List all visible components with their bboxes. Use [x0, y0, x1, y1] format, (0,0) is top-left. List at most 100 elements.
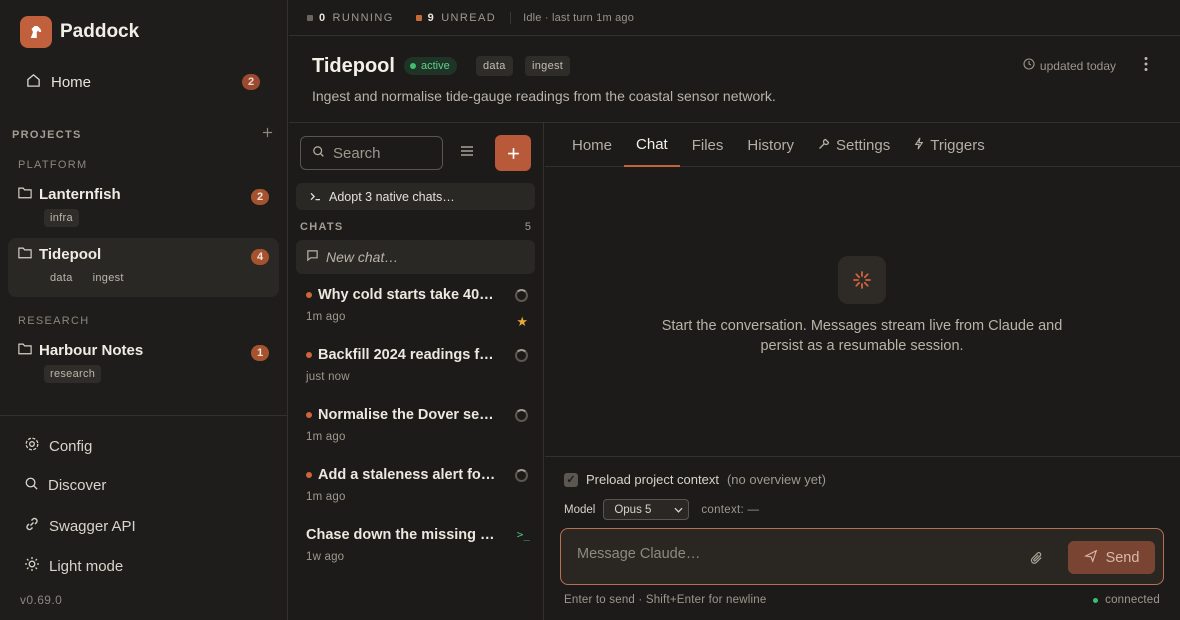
group-label-research: RESEARCH [18, 315, 90, 327]
chat-list-item[interactable]: Normalise the Dover se… 1m ago [306, 407, 528, 443]
count-badge: 2 [251, 189, 269, 205]
running-label: RUNNING [332, 11, 394, 24]
status-badge: active [404, 57, 457, 75]
model-label: Model [564, 503, 596, 516]
project-tag: ingest [525, 56, 571, 76]
search-placeholder: Search [333, 144, 381, 162]
chat-time: 1m ago [306, 431, 346, 443]
theme-toggle[interactable]: Light mode [24, 556, 123, 576]
preload-checkbox[interactable]: ✓ [564, 472, 578, 487]
tab-settings[interactable]: Settings [806, 123, 902, 167]
more-options-icon[interactable] [1144, 56, 1148, 77]
wrench-icon [818, 137, 830, 154]
search-input[interactable]: Search [300, 136, 443, 170]
project-header: Tidepool active data ingest Ingest and n… [289, 37, 1180, 123]
chat-list-item[interactable]: Backfill 2024 readings f… just now [306, 347, 528, 383]
preload-context-option[interactable]: ✓ Preload project context (no overview y… [564, 472, 826, 487]
tab-home[interactable]: Home [560, 123, 624, 167]
group-label-platform: PLATFORM [18, 159, 88, 171]
project-tag: research [44, 365, 102, 383]
sun-icon [24, 556, 40, 576]
sidebar-item-label: Light mode [49, 557, 124, 575]
session-status: Idle · last turn 1m ago [510, 11, 634, 24]
add-project-button[interactable] [262, 126, 273, 142]
message-input[interactable]: Message Claude… Send [560, 528, 1164, 585]
folder-icon [18, 342, 32, 359]
running-count: 0 [319, 11, 327, 24]
chat-bubble-icon [306, 249, 319, 265]
sidebar-item-config[interactable]: Config [24, 436, 92, 456]
send-icon [1083, 549, 1098, 567]
gear-icon [24, 436, 40, 456]
loading-spinner-icon [515, 349, 528, 362]
horse-icon [20, 16, 52, 48]
count-badge: 1 [251, 345, 269, 361]
running-indicator: 0 RUNNING [307, 12, 394, 24]
adopt-label: Adopt 3 native chats… [329, 189, 455, 204]
status-square-icon [415, 14, 422, 21]
adopt-chats-button[interactable]: Adopt 3 native chats… [296, 183, 535, 210]
paperclip-icon[interactable] [1029, 550, 1044, 569]
status-square-icon [307, 14, 313, 21]
status-label: active [421, 60, 450, 72]
unread-count: 9 [427, 11, 436, 24]
sidebar-item-label: Discover [48, 477, 107, 494]
project-tag: data [50, 272, 73, 284]
brand[interactable]: Paddock [20, 16, 139, 48]
project-item-tidepool[interactable]: Tidepool 4 data ingest [8, 238, 279, 297]
unread-dot-icon [306, 352, 312, 358]
status-dot-icon [410, 63, 416, 69]
connection-status: connected [1093, 594, 1160, 606]
tab-history[interactable]: History [735, 123, 806, 167]
tab-label: Chat [636, 135, 668, 153]
new-chat-button[interactable] [495, 135, 531, 171]
sidebar-item-label: Home [51, 73, 92, 91]
star-icon[interactable]: ★ [516, 314, 528, 330]
chat-list-item[interactable]: Chase down the missing … 1w ago >_ [306, 527, 530, 563]
sidebar-item-discover[interactable]: Discover [24, 476, 106, 495]
sidebar-item-label: Config [49, 437, 93, 455]
sidebar: Paddock Home 2 PROJECTS PLATFORM Lantern… [0, 0, 288, 620]
project-name: Lanternfish [39, 186, 121, 203]
projects-heading: PROJECTS [12, 129, 82, 141]
status-dot-icon [1093, 597, 1099, 603]
model-value: Opus 5 [614, 503, 652, 516]
sidebar-item-home[interactable]: Home 2 [12, 66, 276, 98]
unread-dot-icon [306, 472, 312, 478]
chevron-down-icon [674, 504, 683, 516]
status-bar: 0 RUNNING 9 UNREAD Idle · last turn 1m a… [289, 0, 1180, 36]
sidebar-item-swagger-api[interactable]: Swagger API [24, 516, 136, 536]
sidebar-item-label: Swagger API [49, 517, 136, 535]
tab-bar: Home Chat Files History Settings Trigger… [545, 123, 1180, 167]
send-button[interactable]: Send [1068, 541, 1155, 574]
search-icon [312, 145, 325, 162]
home-icon [26, 73, 41, 92]
tab-files[interactable]: Files [680, 123, 736, 167]
unread-dot-icon [306, 412, 312, 418]
unread-indicator[interactable]: 9 UNREAD [415, 11, 496, 24]
tab-triggers[interactable]: Triggers [902, 123, 996, 167]
context-usage: context: — [701, 503, 760, 516]
project-item-harbour-notes[interactable]: Harbour Notes 1 research [8, 334, 279, 391]
list-view-icon[interactable] [460, 144, 474, 160]
chats-heading-label: CHATS [300, 221, 344, 233]
new-chat-item[interactable]: New chat… [296, 240, 535, 274]
page-title: Tidepool [312, 55, 395, 77]
empty-state-message: Start the conversation. Messages stream … [661, 318, 1063, 354]
chat-list-item[interactable]: Why cold starts take 40… 1m ago ★ [306, 287, 528, 329]
loading-spinner-icon [838, 256, 886, 304]
bolt-icon [914, 137, 924, 154]
tab-chat[interactable]: Chat [624, 123, 680, 167]
model-select[interactable]: Opus 5 [603, 499, 690, 520]
plus-icon [507, 147, 519, 159]
terminal-icon [310, 190, 321, 204]
clock-icon [1023, 58, 1035, 73]
preload-note: (no overview yet) [726, 472, 826, 487]
chat-list-item[interactable]: Add a staleness alert fo… 1m ago [306, 467, 528, 503]
chat-time: 1m ago [306, 491, 346, 503]
project-item-lanternfish[interactable]: Lanternfish 2 infra [8, 178, 279, 235]
terminal-icon: >_ [516, 528, 530, 541]
loading-spinner-icon [515, 289, 528, 302]
loading-spinner-icon [515, 409, 528, 422]
app-version: v0.69.0 [20, 593, 63, 607]
